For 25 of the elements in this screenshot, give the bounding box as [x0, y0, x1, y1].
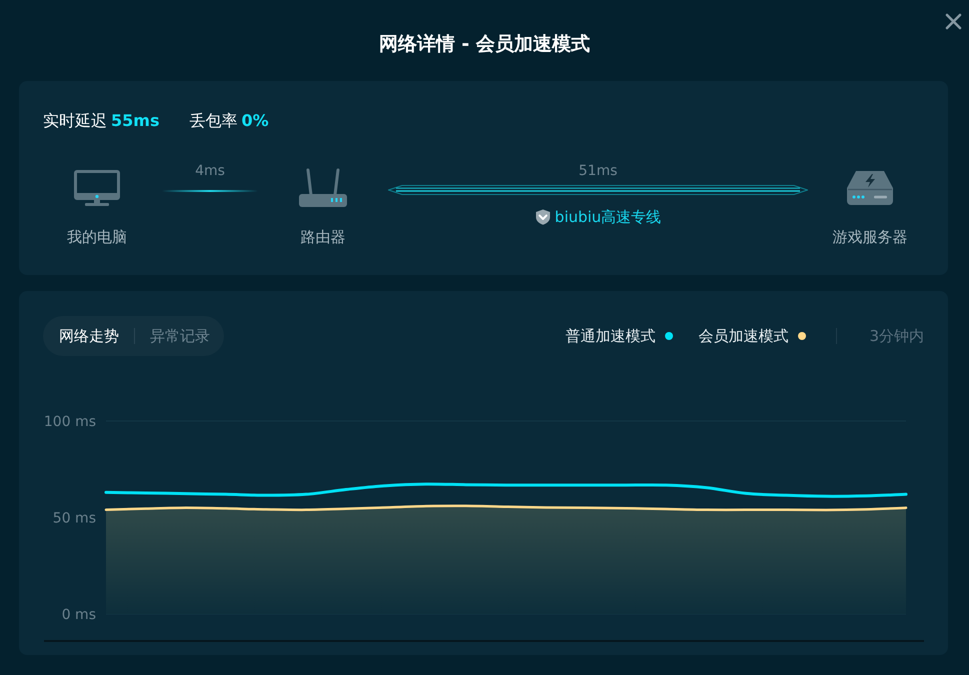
- time-range-label: 3分钟内: [869, 326, 924, 346]
- shield-icon: [534, 209, 551, 225]
- close-button[interactable]: [945, 13, 962, 30]
- legend-label: 会员加速模式: [698, 326, 788, 346]
- node-label: 路由器: [300, 228, 346, 246]
- stat-value: 55ms: [111, 111, 160, 131]
- tab[interactable]: 异常记录: [150, 326, 210, 346]
- stat-label: 丢包率: [189, 111, 238, 131]
- node-label: 游戏服务器: [832, 228, 908, 246]
- stat-value: 0%: [241, 111, 269, 131]
- monitor-icon: [74, 170, 120, 206]
- stat-label: 实时延迟: [43, 111, 107, 131]
- y-axis-label: 0 ms: [62, 607, 96, 623]
- y-axis-label: 50 ms: [52, 510, 96, 526]
- legend-label: 普通加速模式: [565, 326, 656, 346]
- latency-label: 51ms: [578, 162, 618, 180]
- server-drive-icon: [847, 171, 893, 205]
- router-icon: [299, 168, 347, 208]
- y-axis-label: 100 ms: [44, 414, 96, 430]
- node-label: 我的电脑: [67, 228, 127, 246]
- tab[interactable]: 网络走势: [59, 326, 119, 346]
- latency-label: 4ms: [195, 162, 225, 180]
- close-icon: [945, 13, 962, 30]
- route-label: biubiu高速专线: [554, 208, 662, 226]
- window-title: 网络详情 - 会员加速模式: [378, 32, 590, 57]
